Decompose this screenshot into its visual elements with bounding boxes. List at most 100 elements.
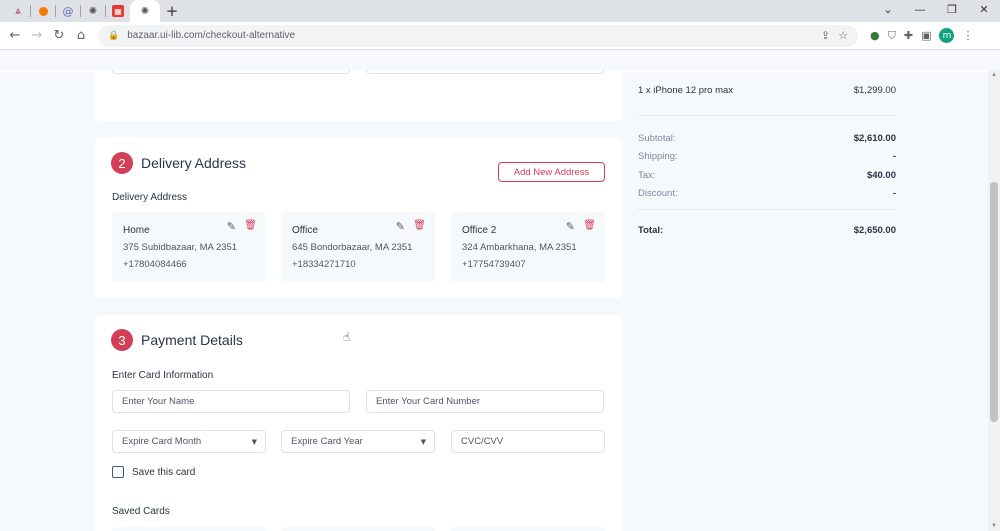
address-street: 645 Bondorbazaar, MA 2351	[292, 242, 413, 253]
subtotal-row: Subtotal: $2,610.00	[638, 133, 896, 144]
puzzle-icon[interactable]: ✚	[904, 29, 913, 42]
shield-icon[interactable]: ⛉	[888, 29, 896, 43]
page-scrollbar[interactable]: ▲ ▼	[988, 70, 1000, 531]
at-sign-icon: @	[62, 4, 74, 18]
reload-icon[interactable]: ↻	[48, 28, 70, 43]
placeholder-text: Enter Your Card Number	[376, 396, 481, 407]
address-phone: +17754739407	[462, 259, 526, 270]
address-phone: +17804084466	[123, 259, 187, 270]
placeholder-text: CVC/CVV	[461, 436, 504, 447]
close-icon[interactable]: ✕	[968, 0, 1000, 22]
chevron-down-icon[interactable]: ⌄	[872, 0, 904, 22]
avatar[interactable]: m	[939, 28, 955, 43]
browser-tab[interactable]: ▦	[106, 0, 130, 22]
caret-down-icon: ▼	[420, 438, 426, 446]
chatgpt-icon: ✺	[88, 5, 98, 17]
browser-tab-strip: ⩓ @ ✺ ▦ ✺ + ⌄ — ❐ ✕	[0, 0, 1000, 22]
address-phone: +18334271710	[292, 259, 356, 270]
saved-card-item[interactable]	[281, 527, 435, 531]
subtotal-label: Subtotal:	[638, 133, 676, 144]
subtotal-value: $2,610.00	[853, 133, 896, 144]
tax-row: Tax: $40.00	[638, 170, 896, 181]
address-title: Office	[292, 225, 318, 236]
payment-details-card: 3 Payment Details Enter Card Information…	[95, 315, 622, 531]
divider	[638, 115, 896, 116]
save-card-label[interactable]: Save this card	[132, 467, 195, 478]
address-card-home[interactable]: Home ✎ 🗑 375 Subidbazaar, MA 2351 +17804…	[112, 212, 266, 282]
browser-tab-active[interactable]: ✺	[130, 0, 160, 22]
red-grid-icon: ▦	[112, 5, 124, 17]
placeholder-text: Enter Your Name	[122, 396, 195, 407]
tax-label: Tax:	[638, 170, 656, 181]
star-icon[interactable]: ☆	[838, 29, 848, 42]
scroll-down-icon[interactable]: ▼	[988, 523, 1000, 529]
page-viewport: 2 Delivery Address Add New Address Deliv…	[0, 70, 988, 531]
address-card-office-2[interactable]: Office 2 ✎ 🗑 324 Ambarkhana, MA 2351 +17…	[451, 212, 605, 282]
browser-tab[interactable]: @	[56, 0, 80, 22]
summary-item-row: 1 x iPhone 12 pro max $1,299.00	[638, 85, 896, 96]
pencil-icon[interactable]: ✎	[227, 220, 236, 233]
expire-year-select[interactable]: Expire Card Year ▼	[281, 430, 435, 453]
form-field-remnant[interactable]	[112, 70, 350, 74]
saved-card-item[interactable]	[112, 527, 266, 531]
cvc-input[interactable]: CVC/CVV	[451, 430, 605, 453]
select-value: Expire Card Month	[122, 436, 202, 447]
scroll-up-icon[interactable]: ▲	[988, 72, 1000, 78]
shipping-value: -	[892, 151, 896, 162]
save-card-checkbox[interactable]	[112, 466, 124, 478]
url-text: bazaar.ui-lib.com/checkout-alternative	[127, 30, 296, 41]
kebab-menu-icon[interactable]: ⋮	[962, 29, 973, 42]
shipping-label: Shipping:	[638, 151, 678, 162]
address-street: 324 Ambarkhana, MA 2351	[462, 242, 577, 253]
expire-month-select[interactable]: Expire Card Month ▼	[112, 430, 266, 453]
card-name-input[interactable]: Enter Your Name	[112, 390, 350, 413]
pencil-icon[interactable]: ✎	[566, 220, 575, 233]
shipping-card-remnant	[95, 70, 622, 121]
share-icon[interactable]: ⇪	[821, 29, 830, 42]
delivery-address-label: Delivery Address	[112, 192, 188, 203]
back-icon[interactable]: ←	[4, 28, 26, 43]
address-bar[interactable]: 🔒 bazaar.ui-lib.com/checkout-alternative…	[98, 24, 858, 47]
discount-label: Discount:	[638, 188, 678, 199]
new-tab-icon[interactable]: +	[160, 2, 184, 20]
saved-cards-label: Saved Cards	[112, 506, 170, 517]
minimize-icon[interactable]: —	[904, 0, 936, 22]
item-price: $1,299.00	[853, 85, 896, 96]
orange-logo-icon	[38, 6, 48, 16]
sidebar-icon[interactable]: ▣	[921, 29, 931, 42]
step-badge: 3	[111, 329, 133, 351]
browser-tab[interactable]: ✺	[81, 0, 105, 22]
shipping-row: Shipping: -	[638, 151, 896, 162]
divider	[638, 209, 896, 210]
address-title: Office 2	[462, 225, 497, 236]
saved-card-item[interactable]	[451, 527, 605, 531]
card-number-input[interactable]: Enter Your Card Number	[366, 390, 604, 413]
chatgpt-icon: ✺	[140, 5, 150, 17]
triangle-logo-icon: ⩓	[15, 5, 21, 17]
form-field-remnant[interactable]	[366, 70, 604, 74]
forward-icon[interactable]: →	[26, 28, 48, 43]
delivery-address-card: 2 Delivery Address Add New Address Deliv…	[95, 137, 622, 298]
card-info-label: Enter Card Information	[112, 370, 214, 381]
caret-down-icon: ▼	[251, 438, 257, 446]
select-value: Expire Card Year	[291, 436, 363, 447]
pencil-icon[interactable]: ✎	[396, 220, 405, 233]
lock-icon: 🔒	[108, 30, 120, 40]
trash-icon[interactable]: 🗑	[244, 220, 257, 231]
section-title: Payment Details	[141, 332, 243, 348]
trash-icon[interactable]: 🗑	[583, 220, 596, 231]
restore-icon[interactable]: ❐	[936, 0, 968, 22]
browser-tab[interactable]: ⩓	[6, 0, 30, 22]
window-controls: ⌄ — ❐ ✕	[872, 0, 1000, 22]
address-card-office[interactable]: Office ✎ 🗑 645 Bondorbazaar, MA 2351 +18…	[281, 212, 435, 282]
add-new-address-button[interactable]: Add New Address	[498, 162, 605, 182]
trash-icon[interactable]: 🗑	[413, 220, 426, 231]
item-name: 1 x iPhone 12 pro max	[638, 85, 734, 96]
tax-value: $40.00	[866, 170, 896, 181]
discount-row: Discount: -	[638, 188, 896, 199]
scrollbar-thumb[interactable]	[990, 182, 998, 422]
extension-globe-icon[interactable]: ●	[870, 29, 880, 42]
browser-tab[interactable]	[31, 0, 55, 22]
home-icon[interactable]: ⌂	[70, 28, 92, 43]
step-badge: 2	[111, 152, 133, 174]
